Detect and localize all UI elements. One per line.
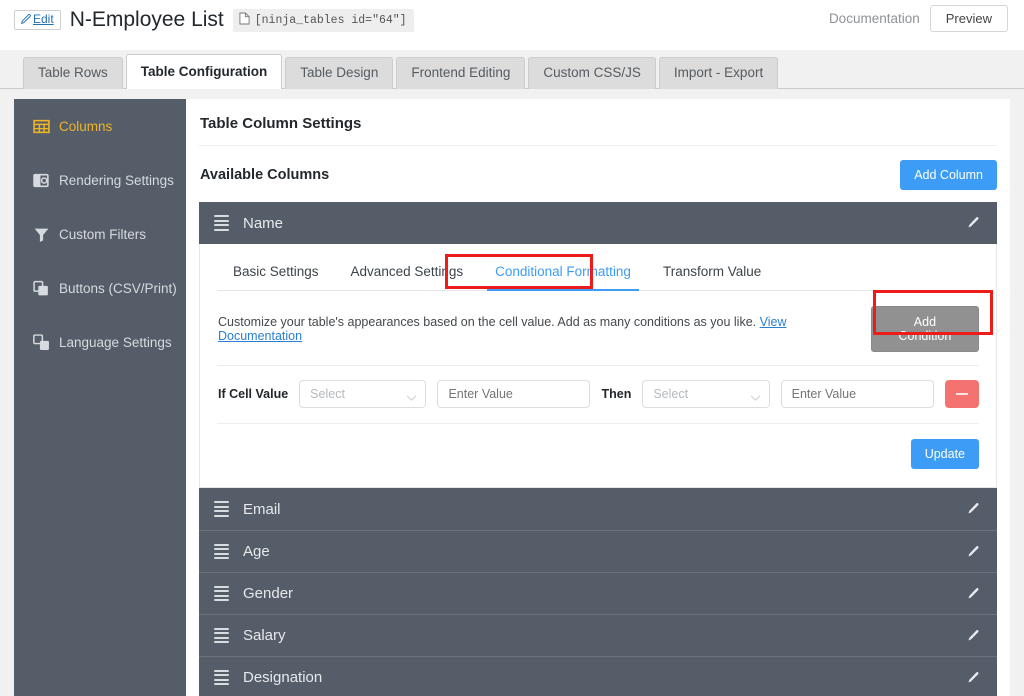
add-condition-button[interactable]: Add Condition	[871, 306, 979, 352]
edit-column-icon[interactable]	[966, 671, 980, 685]
sidebar-item-columns[interactable]: Columns	[14, 99, 186, 153]
condition-row: If Cell Value Select Then Select	[217, 366, 979, 424]
main-content: Table Column Settings Available Columns …	[186, 99, 1010, 696]
panel-tab-advanced-settings[interactable]: Advanced Settings	[335, 253, 480, 290]
remove-condition-button[interactable]	[945, 380, 979, 408]
drag-handle-icon[interactable]	[214, 586, 229, 602]
description-text: Customize your table's appearances based…	[218, 315, 871, 343]
edit-column-icon[interactable]	[966, 587, 980, 601]
condition-action-value-input[interactable]	[781, 380, 934, 408]
column-name-label: Age	[243, 543, 270, 560]
column-name-label: Designation	[243, 669, 322, 686]
panel-tab-conditional-formatting[interactable]: Conditional Formatting	[479, 253, 647, 290]
conditional-formatting-description-row: Customize your table's appearances based…	[217, 291, 979, 366]
sidebar-item-label: Language Settings	[59, 335, 172, 350]
shortcode-text: [ninja_tables id="64"]	[255, 14, 407, 27]
if-cell-value-label: If Cell Value	[218, 387, 288, 401]
condition-operator-select[interactable]: Select	[299, 380, 426, 408]
column-name-label: Salary	[243, 627, 286, 644]
condition-action-select[interactable]: Select	[642, 380, 769, 408]
sidebar-item-label: Columns	[59, 119, 112, 134]
edit-column-icon[interactable]	[966, 545, 980, 559]
settings-sidebar: Columns Rendering Settings Custom Filters B…	[14, 99, 186, 696]
column-header-gender[interactable]: Gender	[199, 572, 997, 614]
drag-handle-icon[interactable]	[214, 215, 229, 231]
tab-table-design[interactable]: Table Design	[285, 57, 393, 89]
title-area: Edit N-Employee List [ninja_tables id="6…	[14, 8, 414, 32]
drag-handle-icon[interactable]	[214, 501, 229, 517]
document-icon	[239, 12, 250, 29]
drag-handle-icon[interactable]	[214, 670, 229, 686]
column-header-salary[interactable]: Salary	[199, 614, 997, 656]
tab-custom-css-js[interactable]: Custom CSS/JS	[528, 57, 656, 89]
edit-column-icon[interactable]	[966, 502, 980, 516]
edit-column-icon[interactable]	[966, 629, 980, 643]
column-header-name[interactable]: Name	[199, 202, 997, 244]
sidebar-item-rendering-settings[interactable]: Rendering Settings	[14, 153, 186, 207]
tab-table-rows[interactable]: Table Rows	[23, 57, 123, 89]
collapsed-columns-list: Email Age Gender Salary Designation	[199, 488, 997, 696]
funnel-filter-icon	[33, 226, 50, 243]
column-header-age[interactable]: Age	[199, 530, 997, 572]
top-header-bar: Edit N-Employee List [ninja_tables id="6…	[0, 0, 1024, 50]
column-settings-panel: Basic SettingsAdvanced SettingsCondition…	[199, 244, 997, 488]
pencil-icon	[20, 14, 31, 25]
panel-tabs: Basic SettingsAdvanced SettingsCondition…	[217, 244, 979, 291]
panel-tab-basic-settings[interactable]: Basic Settings	[217, 253, 335, 290]
column-item-name: Name Basic SettingsAdvanced SettingsCond…	[199, 202, 997, 488]
main-tabs: Table RowsTable ConfigurationTable Desig…	[23, 54, 778, 89]
language-icon	[33, 334, 50, 351]
sidebar-item-label: Custom Filters	[59, 227, 146, 242]
add-column-button[interactable]: Add Column	[900, 160, 997, 190]
table-grid-icon	[33, 118, 50, 135]
tab-frontend-editing[interactable]: Frontend Editing	[396, 57, 525, 89]
tab-table-configuration[interactable]: Table Configuration	[126, 54, 283, 89]
then-label: Then	[601, 387, 631, 401]
main-tab-strip: Table RowsTable ConfigurationTable Desig…	[0, 50, 1024, 89]
column-name-label: Gender	[243, 585, 293, 602]
drag-handle-icon[interactable]	[214, 628, 229, 644]
update-row: Update	[217, 424, 979, 469]
page-render-icon	[33, 172, 50, 189]
preview-button[interactable]: Preview	[930, 5, 1008, 32]
condition-action-select-wrap: Select	[642, 380, 769, 408]
shortcode-badge[interactable]: [ninja_tables id="64"]	[233, 9, 414, 32]
available-columns-title: Available Columns	[200, 167, 329, 183]
available-columns-row: Available Columns Add Column	[199, 146, 997, 202]
description-sentence: Customize your table's appearances based…	[218, 315, 756, 329]
panel-tab-transform-value[interactable]: Transform Value	[647, 253, 777, 290]
column-name-label: Email	[243, 501, 281, 518]
copy-buttons-icon	[33, 280, 50, 297]
update-button[interactable]: Update	[911, 439, 979, 469]
sidebar-item-label: Buttons (CSV/Print)	[59, 281, 177, 296]
page-title: N-Employee List	[70, 8, 224, 32]
condition-value-input[interactable]	[437, 380, 590, 408]
sidebar-item-custom-filters[interactable]: Custom Filters	[14, 207, 186, 261]
edit-button-label: Edit	[33, 13, 54, 26]
column-name-label: Name	[243, 215, 283, 232]
condition-operator-select-wrap: Select	[299, 380, 426, 408]
sidebar-item-label: Rendering Settings	[59, 173, 174, 188]
column-header-designation[interactable]: Designation	[199, 656, 997, 696]
edit-button[interactable]: Edit	[14, 10, 61, 30]
tab-import-export[interactable]: Import - Export	[659, 57, 778, 89]
drag-handle-icon[interactable]	[214, 544, 229, 560]
column-header-email[interactable]: Email	[199, 488, 997, 530]
page-section-title: Table Column Settings	[199, 99, 997, 146]
sidebar-item-buttons-csv-print[interactable]: Buttons (CSV/Print)	[14, 261, 186, 315]
sidebar-item-language-settings[interactable]: Language Settings	[14, 315, 186, 369]
edit-column-icon[interactable]	[966, 216, 980, 230]
header-actions: Documentation Preview	[829, 5, 1008, 32]
documentation-link[interactable]: Documentation	[829, 11, 920, 26]
